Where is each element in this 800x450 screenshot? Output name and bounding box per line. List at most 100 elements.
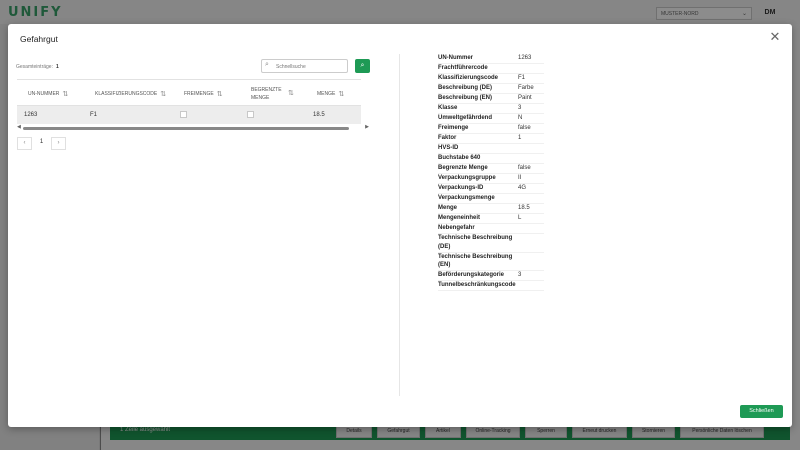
column-label: UN-Nummer (28, 90, 60, 97)
detail-key: Technische Beschreibung (DE) (438, 235, 513, 250)
sort-icon[interactable]: ⇅ (217, 90, 223, 98)
detail-row: Frachtführercode (438, 64, 544, 74)
detail-value: false (518, 125, 531, 132)
search-icon: ⌕ (360, 62, 365, 69)
search-button[interactable]: ⌕ (355, 59, 370, 73)
table-row[interactable]: 1263 F1 18.5 (17, 106, 361, 124)
detail-key: Nebengefahr (438, 225, 475, 232)
next-page-button[interactable]: › (51, 137, 66, 150)
search-input[interactable] (276, 62, 344, 71)
dialog-title: Gefahrgut (20, 34, 58, 44)
cell-un-nummer: 1263 (24, 112, 38, 118)
detail-row: Verpackungsgruppe II (438, 174, 544, 184)
detail-value (518, 234, 544, 252)
scroll-left-icon[interactable]: ◀ (17, 124, 21, 130)
detail-row: Verpackungsmenge (438, 194, 544, 204)
detail-row: Menge 18.5 (438, 204, 544, 214)
gefahrgut-dialog: Gefahrgut ✕ Gesamteinträge:1 ⌕ ⌕ UN-Numm… (8, 24, 792, 427)
close-button[interactable]: Schließen (740, 405, 783, 418)
sort-icon[interactable]: ⇅ (62, 90, 68, 98)
detail-row: Technische Beschreibung (EN) (438, 253, 544, 271)
detail-key: Umweltgefährdend (438, 115, 493, 122)
detail-key: Tunnelbeschränkungscode (438, 282, 516, 289)
detail-value: II (518, 175, 522, 182)
horizontal-scrollbar[interactable]: ◀ ▶ (17, 124, 369, 131)
detail-value (518, 144, 544, 153)
column-header-begrenzte-menge[interactable]: Begrenzte Menge ⇅ (251, 80, 307, 107)
detail-value: F1 (518, 75, 526, 82)
detail-key: Verpackungs-ID (438, 185, 484, 192)
detail-value: 1263 (518, 55, 532, 62)
detail-value (518, 253, 544, 271)
detail-row: Beförderungskategorie 3 (438, 271, 544, 281)
detail-value (518, 194, 544, 203)
close-icon[interactable]: ✕ (768, 30, 782, 44)
cell-klassifizierungscode: F1 (90, 112, 98, 118)
detail-row: Verpackungs-ID 4G (438, 184, 544, 194)
column-header-un-nummer[interactable]: UN-Nummer ⇅ (28, 80, 68, 107)
detail-value (518, 281, 544, 290)
column-header-klassifizierungscode[interactable]: Klassifizierungscode ⇅ (95, 80, 166, 107)
detail-row: UN-Nummer 1263 (438, 54, 544, 64)
detail-row: Freimenge false (438, 124, 544, 134)
detail-key: Buchstabe 640 (438, 155, 481, 162)
detail-key: Beschreibung (DE) (438, 85, 493, 92)
detail-key: Begrenzte Menge (438, 165, 488, 172)
scrollbar-thumb[interactable] (23, 127, 349, 130)
detail-row: Begrenzte Menge false (438, 164, 544, 174)
pagination: ‹ 1 › (17, 137, 68, 150)
scroll-right-icon[interactable]: ▶ (365, 124, 369, 130)
total-entries-count: 1 (55, 64, 59, 70)
detail-value: 18.5 (518, 205, 530, 212)
detail-row: Umweltgefährdend N (438, 114, 544, 124)
total-entries: Gesamteinträge: 1 (16, 64, 59, 70)
detail-value: L (518, 215, 522, 222)
detail-key: Menge (438, 205, 458, 212)
begrenzte-menge-checkbox[interactable] (247, 111, 254, 118)
detail-key: HVS-ID (438, 145, 459, 152)
detail-row: Klasse 3 (438, 104, 544, 114)
detail-row: Buchstabe 640 (438, 154, 544, 164)
detail-key: Freimenge (438, 125, 469, 132)
detail-key: Frachtführercode (438, 65, 488, 72)
column-header-menge[interactable]: Menge ⇅ (317, 80, 344, 107)
detail-value: 4G (518, 185, 527, 192)
detail-value: 3 (518, 272, 522, 279)
pane-divider (399, 54, 400, 396)
detail-row: HVS-ID (438, 144, 544, 154)
detail-key: Verpackungsgruppe (438, 175, 496, 182)
search-icon: ⌕ (265, 61, 269, 68)
detail-value: 3 (518, 105, 522, 112)
detail-row: Beschreibung (EN) Paint (438, 94, 544, 104)
detail-value (518, 224, 544, 233)
column-header-freimenge[interactable]: Freimenge ⇅ (184, 80, 223, 107)
gefahrgut-grid: UN-Nummer ⇅ Klassifizierungscode ⇅ Freimen… (17, 79, 369, 131)
prev-page-button[interactable]: ‹ (17, 137, 32, 150)
sort-icon[interactable]: ⇅ (288, 90, 294, 98)
detail-row: Tunnelbeschränkungscode (438, 281, 544, 291)
quick-search[interactable]: ⌕ (261, 59, 348, 73)
detail-key: Klassifizierungscode (438, 75, 499, 82)
detail-key: Verpackungsmenge (438, 195, 495, 202)
column-label: Freimenge (184, 90, 214, 97)
detail-key: Klasse (438, 105, 458, 112)
detail-key: UN-Nummer (438, 55, 474, 62)
gefahrgut-details: UN-Nummer 1263 Frachtführercode Klassifizie… (438, 54, 544, 291)
detail-key: Beschreibung (EN) (438, 95, 493, 102)
detail-row: Beschreibung (DE) Farbe (438, 84, 544, 94)
detail-key: Mengeneinheit (438, 215, 481, 222)
detail-row: Faktor 1 (438, 134, 544, 144)
detail-row: Klassifizierungscode F1 (438, 74, 544, 84)
gefahrgut-list-pane: Gesamteinträge:1 ⌕ ⌕ UN-Nummer⇅ Klassifi… (16, 56, 372, 396)
detail-value (518, 64, 544, 73)
cell-menge: 18.5 (313, 112, 325, 118)
sort-icon[interactable]: ⇅ (338, 90, 344, 98)
freimenge-checkbox[interactable] (180, 111, 187, 118)
sort-icon[interactable]: ⇅ (160, 90, 166, 98)
detail-row: Mengeneinheit L (438, 214, 544, 224)
total-entries-label: Gesamteinträge: (16, 64, 53, 70)
current-page[interactable]: 1 (34, 137, 49, 150)
detail-value: false (518, 165, 531, 172)
detail-row: Technische Beschreibung (DE) (438, 234, 544, 253)
detail-key: Technische Beschreibung (EN) (438, 253, 513, 269)
